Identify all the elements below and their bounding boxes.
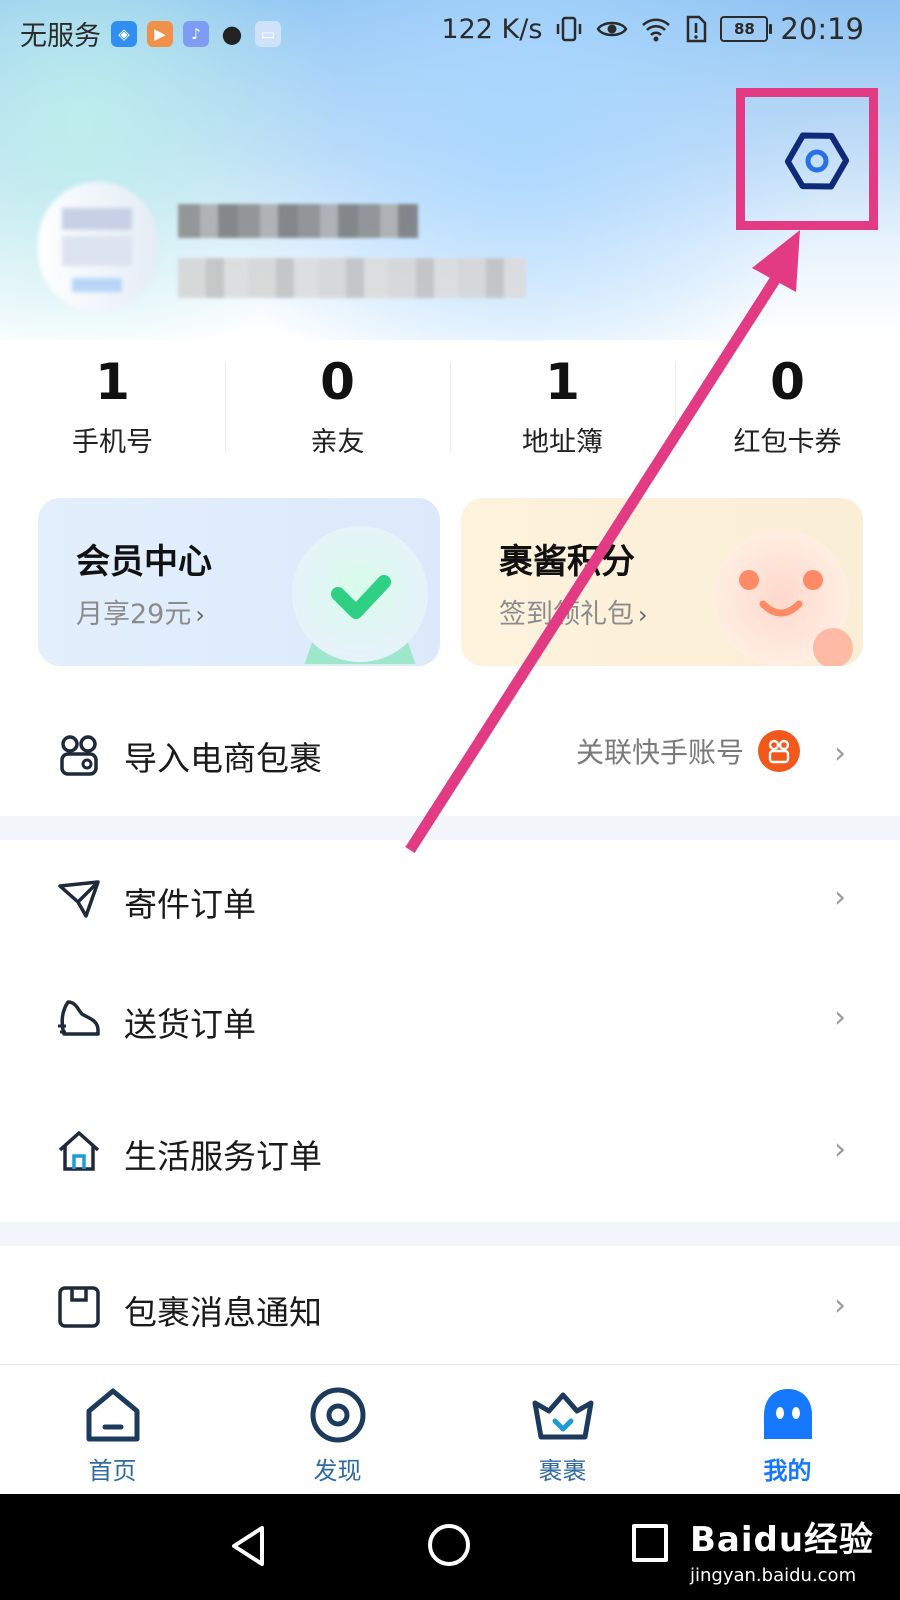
- music-app-icon: ♪: [183, 20, 209, 47]
- heart-badge-icon: [292, 526, 428, 664]
- stat-value: 0: [320, 353, 355, 411]
- stat-value: 0: [770, 353, 805, 411]
- chevron-right-icon: ›: [195, 601, 205, 629]
- stat-label: 红包卡券: [733, 427, 842, 458]
- delivery-orders-row[interactable]: 送货订单 ›: [0, 964, 900, 1074]
- avatar[interactable]: [38, 182, 158, 312]
- kuaishou-icon: [758, 730, 800, 772]
- chevron-right-icon: ›: [834, 880, 846, 915]
- points-card-subtitle-text: 签到领礼包: [499, 599, 634, 630]
- stats-row: 1 手机号 0 亲友 1 地址簿 0 红包卡券: [0, 340, 900, 460]
- import-packages-row[interactable]: 导入电商包裹 关联快手账号 ›: [0, 700, 900, 810]
- home-button-icon[interactable]: [428, 1524, 470, 1566]
- chevron-right-icon: ›: [834, 1000, 846, 1035]
- sim-alert-icon: [687, 15, 707, 43]
- nav-home[interactable]: 首页: [0, 1365, 225, 1495]
- screen: 无服务 ◈ ▶ ♪ ● ▭ 122 K/s 88 20:19 1 手机号 0 亲…: [0, 0, 900, 1600]
- bottom-nav: 首页 发现 裹裹 我的: [0, 1364, 900, 1495]
- member-card-subtitle: 月享29元 ›: [76, 592, 205, 631]
- stat-value: 1: [95, 353, 130, 411]
- eye-icon: [596, 21, 628, 37]
- shield-app-icon: ◈: [111, 20, 137, 47]
- status-right: 122 K/s 88 20:19: [441, 12, 864, 46]
- chevron-right-icon: ›: [834, 1132, 846, 1167]
- smiley-mascot-icon: [713, 530, 853, 666]
- delivery-orders-label: 送货订单: [124, 1005, 256, 1044]
- package-notify-row[interactable]: 包裹消息通知 ›: [0, 1252, 900, 1362]
- stat-label: 亲友: [310, 427, 365, 458]
- life-service-orders-row[interactable]: 生活服务订单 ›: [0, 1096, 900, 1206]
- clock: 20:19: [780, 12, 864, 46]
- member-card-title: 会员中心: [76, 542, 212, 582]
- stat-value: 1: [545, 353, 580, 411]
- watermark-main: Baidu经验: [690, 1520, 875, 1560]
- package-notify-label: 包裹消息通知: [124, 1293, 322, 1332]
- points-card[interactable]: 裹酱积分 签到领礼包 ›: [461, 498, 863, 666]
- send-orders-row[interactable]: 寄件订单 ›: [0, 844, 900, 954]
- nav-guoguo-label: 裹裹: [538, 1457, 587, 1485]
- send-orders-label: 寄件订单: [124, 885, 256, 924]
- stat-friends[interactable]: 0 亲友: [225, 340, 450, 460]
- nav-guoguo[interactable]: 裹裹: [450, 1365, 675, 1495]
- points-card-title: 裹酱积分: [499, 542, 635, 582]
- package-notify-icon: [58, 1286, 100, 1328]
- member-center-card[interactable]: 会员中心 月享29元 ›: [38, 498, 440, 666]
- chevron-right-icon: ›: [834, 736, 846, 771]
- chevron-right-icon: ›: [834, 1288, 846, 1323]
- delivery-boot-icon: [58, 1000, 100, 1036]
- link-kuaishou[interactable]: 关联快手账号: [576, 730, 800, 772]
- profile-icon: [763, 1389, 812, 1439]
- nav-discover-label: 发现: [313, 1457, 362, 1485]
- user-subtitle-blurred: [178, 258, 526, 298]
- stat-label: 地址簿: [522, 427, 603, 458]
- stat-address-book[interactable]: 1 地址簿: [450, 340, 675, 460]
- baidu-watermark: Baidu经验 jingyan.baidu.com: [690, 1512, 874, 1586]
- watermark-sub: jingyan.baidu.com: [690, 1565, 857, 1586]
- video-app-icon: ▶: [147, 20, 173, 47]
- nav-discover[interactable]: 发现: [225, 1365, 450, 1495]
- crown-icon: [532, 1392, 593, 1440]
- import-package-icon: [60, 735, 98, 776]
- stat-coupons[interactable]: 0 红包卡券: [675, 340, 900, 460]
- points-card-subtitle: 签到领礼包 ›: [499, 592, 648, 631]
- member-card-subtitle-text: 月享29元: [76, 599, 192, 630]
- wifi-icon: [642, 18, 671, 42]
- recent-apps-icon[interactable]: [632, 1524, 668, 1562]
- qq-icon: ●: [221, 19, 243, 48]
- user-name-blurred[interactable]: [178, 204, 418, 238]
- stat-phone[interactable]: 1 手机号: [0, 340, 225, 460]
- system-nav-bar: Baidu经验 jingyan.baidu.com: [0, 1494, 900, 1600]
- battery-icon: 88: [720, 16, 773, 42]
- section-divider: [0, 1222, 900, 1246]
- carrier-text: 无服务: [20, 21, 101, 52]
- import-packages-label: 导入电商包裹: [124, 739, 322, 778]
- link-kuaishou-label: 关联快手账号: [575, 736, 744, 769]
- folder-app-icon: ▭: [255, 20, 281, 47]
- home-service-icon: [58, 1131, 100, 1171]
- nav-mine-label: 我的: [763, 1457, 812, 1485]
- discover-icon: [310, 1387, 365, 1443]
- section-divider: [0, 816, 900, 840]
- vibrate-icon: [557, 16, 582, 42]
- home-icon: [86, 1388, 139, 1442]
- stat-label: 手机号: [72, 427, 153, 458]
- status-left: 无服务 ◈ ▶ ♪ ● ▭: [20, 14, 281, 53]
- chevron-right-icon: ›: [638, 601, 648, 629]
- network-speed: 122 K/s: [441, 13, 543, 45]
- nav-home-label: 首页: [88, 1457, 137, 1485]
- nav-mine[interactable]: 我的: [675, 1365, 900, 1495]
- settings-icon[interactable]: [782, 126, 852, 196]
- life-service-orders-label: 生活服务订单: [124, 1137, 322, 1176]
- status-bar: 无服务 ◈ ▶ ♪ ● ▭ 122 K/s 88 20:19: [0, 0, 900, 64]
- paper-plane-icon: [58, 880, 100, 918]
- back-icon[interactable]: [228, 1524, 268, 1568]
